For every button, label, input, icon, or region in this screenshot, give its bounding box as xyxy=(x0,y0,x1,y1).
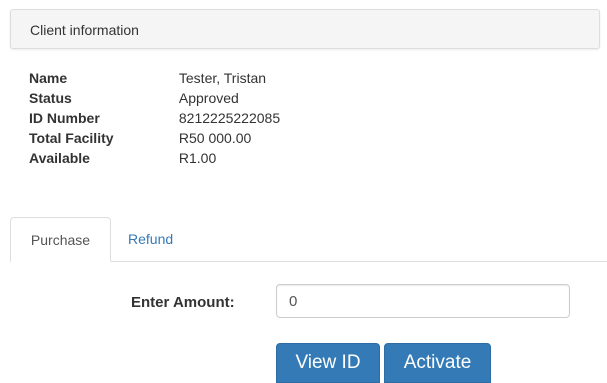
info-label: ID Number xyxy=(29,110,100,126)
info-row-name: Name Tester, Tristan xyxy=(29,68,280,88)
info-value: Tester, Tristan xyxy=(178,70,267,86)
info-label: Status xyxy=(29,90,72,106)
tab-label: Refund xyxy=(128,231,174,247)
info-row-status: Status Approved xyxy=(29,88,280,108)
amount-label: Enter Amount: xyxy=(131,294,235,311)
view-id-button[interactable]: View ID xyxy=(276,343,380,383)
activate-button[interactable]: Activate xyxy=(384,343,491,383)
client-info-table: Name Tester, Tristan Status Approved ID … xyxy=(29,68,280,168)
info-value: R1.00 xyxy=(178,150,217,166)
info-label: Name xyxy=(29,70,68,86)
panel-title: Client information xyxy=(30,22,139,38)
tab-bar: Purchase Refund xyxy=(10,217,607,262)
info-value: R50 000.00 xyxy=(178,130,252,146)
tab-label: Purchase xyxy=(30,232,91,248)
tab-purchase[interactable]: Purchase xyxy=(10,217,111,262)
info-label: Available xyxy=(29,150,90,166)
info-label: Total Facility xyxy=(29,130,114,146)
info-row-available: Available R1.00 xyxy=(29,148,280,168)
info-row-id-number: ID Number 8212225222085 xyxy=(29,108,280,128)
tab-refund[interactable]: Refund xyxy=(111,217,188,262)
info-value: 8212225222085 xyxy=(178,110,281,126)
info-row-total-facility: Total Facility R50 000.00 xyxy=(29,128,280,148)
client-info-heading: Client information xyxy=(10,9,600,49)
info-value: Approved xyxy=(178,90,239,106)
amount-input[interactable] xyxy=(276,284,570,318)
